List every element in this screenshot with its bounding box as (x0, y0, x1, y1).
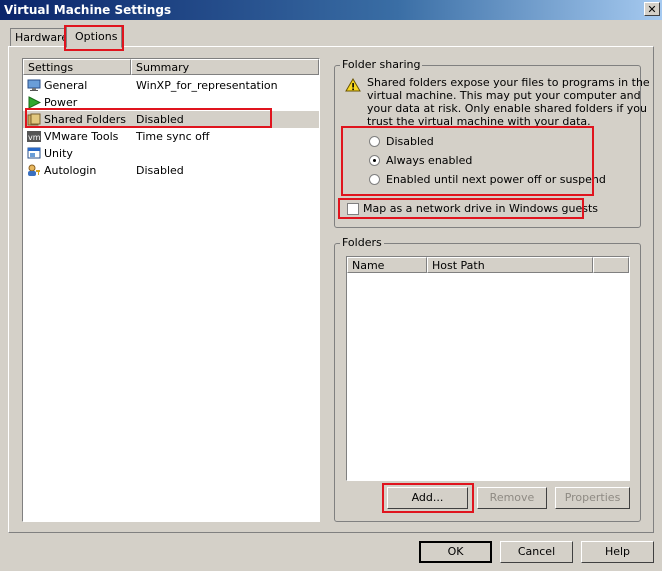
settings-item-general[interactable]: General WinXP_for_representation (23, 77, 319, 94)
folders-list[interactable]: Name Host Path (346, 256, 630, 481)
title-bar: Virtual Machine Settings ✕ (0, 0, 662, 20)
folders-title: Folders (340, 236, 384, 249)
settings-item-autologin[interactable]: Autologin Disabled (23, 162, 319, 179)
tab-options[interactable]: Options (66, 26, 122, 48)
power-icon (27, 96, 42, 109)
warning-icon (345, 78, 361, 95)
radio-disabled-label[interactable]: Disabled (386, 135, 434, 148)
tab-hardware-label: Hardware (15, 31, 69, 44)
warning-line: trust the virtual machine with your data… (367, 115, 591, 128)
tab-hardware[interactable]: Hardware (10, 28, 69, 47)
column-header-summary-label: Summary (136, 61, 190, 74)
column-header-settings-label: Settings (28, 61, 74, 74)
radio-until-power-off[interactable] (369, 174, 380, 185)
radio-always-enabled-label[interactable]: Always enabled (386, 154, 472, 167)
settings-item-name: Power (44, 96, 78, 109)
settings-item-summary: Time sync off (136, 130, 210, 143)
cancel-button[interactable]: Cancel (500, 541, 573, 563)
warning-line: your data at risk. Only enable shared fo… (367, 102, 647, 115)
column-header-summary[interactable]: Summary (131, 59, 319, 75)
remove-button[interactable]: Remove (477, 487, 547, 509)
column-header-host-path-label: Host Path (432, 259, 485, 272)
map-network-drive-label[interactable]: Map as a network drive in Windows guests (363, 202, 598, 215)
settings-item-name: Shared Folders (44, 113, 126, 126)
window-title: Virtual Machine Settings (4, 3, 172, 17)
warning-text: Shared folders expose your files to prog… (367, 76, 650, 128)
unity-icon (27, 147, 41, 160)
column-header-name-label: Name (352, 259, 385, 272)
settings-item-name: General (44, 79, 88, 92)
vmware-tools-icon: vm (27, 130, 41, 143)
close-button[interactable]: ✕ (644, 2, 660, 16)
help-button[interactable]: Help (581, 541, 654, 563)
svg-text:vm: vm (28, 133, 41, 142)
settings-item-summary: WinXP_for_representation (136, 79, 278, 92)
autologin-icon (27, 164, 41, 177)
tab-options-label: Options (75, 30, 118, 43)
add-button[interactable]: Add... (387, 487, 468, 509)
settings-item-name: Unity (44, 147, 73, 160)
shared-folders-icon (27, 113, 41, 126)
settings-item-summary: Disabled (136, 164, 184, 177)
settings-item-power[interactable]: Power (23, 94, 319, 111)
radio-always-enabled[interactable] (369, 155, 380, 166)
settings-item-vmware-tools[interactable]: vm VMware Tools Time sync off (23, 128, 319, 145)
column-header-settings[interactable]: Settings (23, 59, 131, 75)
warning-line: Shared folders expose your files to prog… (367, 76, 650, 89)
settings-item-summary: Disabled (136, 113, 184, 126)
map-network-drive-checkbox[interactable] (347, 203, 359, 215)
settings-item-name: VMware Tools (44, 130, 119, 143)
settings-list[interactable]: Settings Summary General WinXP_for_repre… (22, 58, 320, 522)
settings-item-name: Autologin (44, 164, 97, 177)
warning-line: virtual machine. This may put your compu… (367, 89, 641, 102)
column-header-extra (593, 257, 629, 273)
properties-button[interactable]: Properties (555, 487, 630, 509)
radio-until-power-off-label[interactable]: Enabled until next power off or suspend (386, 173, 606, 186)
folder-sharing-title: Folder sharing (340, 58, 423, 71)
general-icon (27, 79, 41, 92)
settings-item-shared-folders[interactable]: Shared Folders Disabled (23, 111, 319, 128)
column-header-name[interactable]: Name (347, 257, 427, 273)
settings-item-unity[interactable]: Unity (23, 145, 319, 162)
column-header-host-path[interactable]: Host Path (427, 257, 593, 273)
ok-button[interactable]: OK (419, 541, 492, 563)
radio-disabled[interactable] (369, 136, 380, 147)
